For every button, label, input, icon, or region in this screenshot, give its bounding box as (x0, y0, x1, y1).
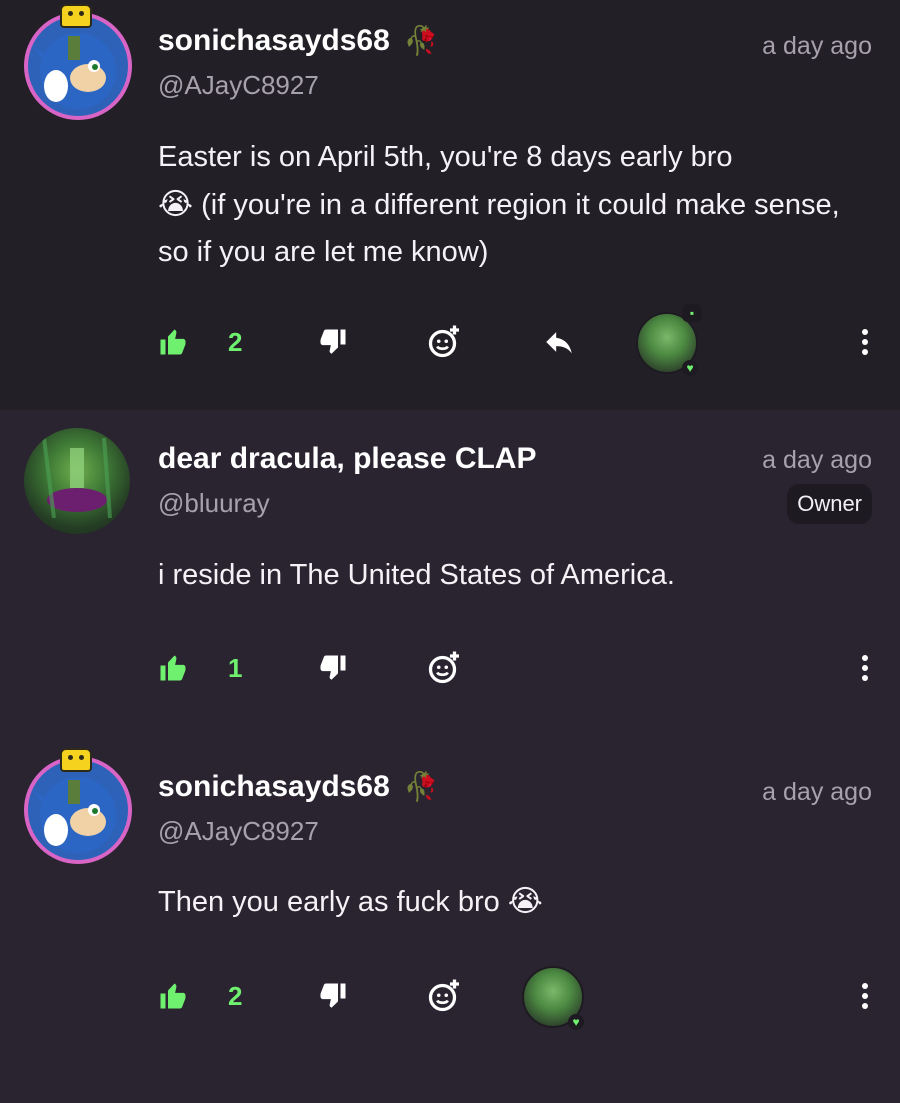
username[interactable]: dear dracula, please CLAP (158, 442, 537, 476)
like-count-value: 2 (228, 980, 243, 1011)
comment-actions: 2 ♥ (158, 966, 870, 1030)
rose-icon: 🥀 (403, 25, 439, 56)
comment: sonichasayds68 🥀 @AJayC8927 a day ago Th… (0, 730, 900, 1103)
comment-text: Then you early as fuck bro (158, 886, 500, 918)
thumbs-up-icon (158, 327, 188, 357)
more-icon (860, 328, 870, 356)
owner-badge: Owner (787, 484, 872, 524)
comment-text-line1: Easter is on April 5th, you're 8 days ea… (158, 141, 733, 173)
like-count: 2 (228, 312, 242, 372)
heart-icon: ♥ (682, 360, 698, 376)
username[interactable]: sonichasayds68 (158, 770, 390, 804)
dracula-avatar-image (24, 428, 130, 534)
timestamp: a day ago (762, 446, 872, 474)
add-reaction-icon (426, 978, 462, 1014)
user-handle[interactable]: @bluuray (158, 488, 270, 519)
user-handle[interactable]: @AJayC8927 (158, 70, 319, 101)
crown-icon (60, 4, 92, 28)
like-button[interactable] (158, 966, 188, 1026)
reply-icon (542, 325, 576, 359)
more-icon (860, 982, 870, 1010)
username[interactable]: sonichasayds68 (158, 24, 390, 58)
thumbs-up-icon (158, 653, 188, 683)
add-reaction-button[interactable] (426, 966, 462, 1026)
avatar[interactable] (24, 748, 132, 864)
thumbs-down-icon (318, 653, 348, 683)
add-reaction-icon (426, 324, 462, 360)
crying-emoji: 😭 (158, 188, 194, 221)
dislike-button[interactable] (318, 966, 348, 1026)
like-count: 2 (228, 966, 242, 1026)
sonic-avatar-image (24, 756, 132, 864)
reply-button[interactable] (542, 312, 576, 372)
more-icon (860, 654, 870, 682)
like-button[interactable] (158, 638, 188, 698)
like-button[interactable] (158, 312, 188, 372)
timestamp: a day ago (762, 778, 872, 806)
comment: dear dracula, please CLAP @bluuray a day… (0, 410, 900, 730)
like-count: 1 (228, 638, 242, 698)
more-options-button[interactable] (860, 312, 870, 372)
avatar[interactable] (24, 428, 132, 536)
dislike-button[interactable] (318, 638, 348, 698)
comment-body: Easter is on April 5th, you're 8 days ea… (158, 134, 868, 276)
more-options-button[interactable] (860, 966, 870, 1026)
comment: sonichasayds68 🥀 @AJayC8927 a day ago Ea… (0, 0, 900, 410)
more-options-button[interactable] (860, 638, 870, 698)
creator-avatar-reaction[interactable]: ♥ (522, 966, 584, 1030)
avatar[interactable] (24, 4, 132, 120)
thumbs-down-icon (318, 981, 348, 1011)
comment-actions: 1 (158, 638, 870, 698)
crown-icon (60, 748, 92, 772)
comment-actions: 2 ▪ ♥ (158, 304, 870, 376)
timestamp: a day ago (762, 32, 872, 60)
like-count-value: 2 (228, 326, 243, 357)
comment-text-line2: (if you're in a different region it coul… (158, 189, 840, 268)
add-reaction-icon (426, 650, 462, 686)
comment-body: i reside in The United States of America… (158, 559, 675, 591)
chat-bubble-icon: ▪ (682, 304, 702, 322)
dislike-button[interactable] (318, 312, 348, 372)
creator-avatar-reaction[interactable]: ▪ ♥ (636, 304, 702, 376)
add-reaction-button[interactable] (426, 312, 462, 372)
comment-body: Then you early as fuck bro 😭 (158, 878, 868, 926)
heart-icon: ♥ (568, 1014, 584, 1030)
thumbs-up-icon (158, 981, 188, 1011)
rose-icon: 🥀 (403, 771, 439, 802)
user-handle[interactable]: @AJayC8927 (158, 816, 319, 847)
like-count-value: 1 (228, 652, 243, 683)
crying-emoji: 😭 (507, 885, 543, 918)
thumbs-down-icon (318, 327, 348, 357)
add-reaction-button[interactable] (426, 638, 462, 698)
sonic-avatar-image (24, 12, 132, 120)
